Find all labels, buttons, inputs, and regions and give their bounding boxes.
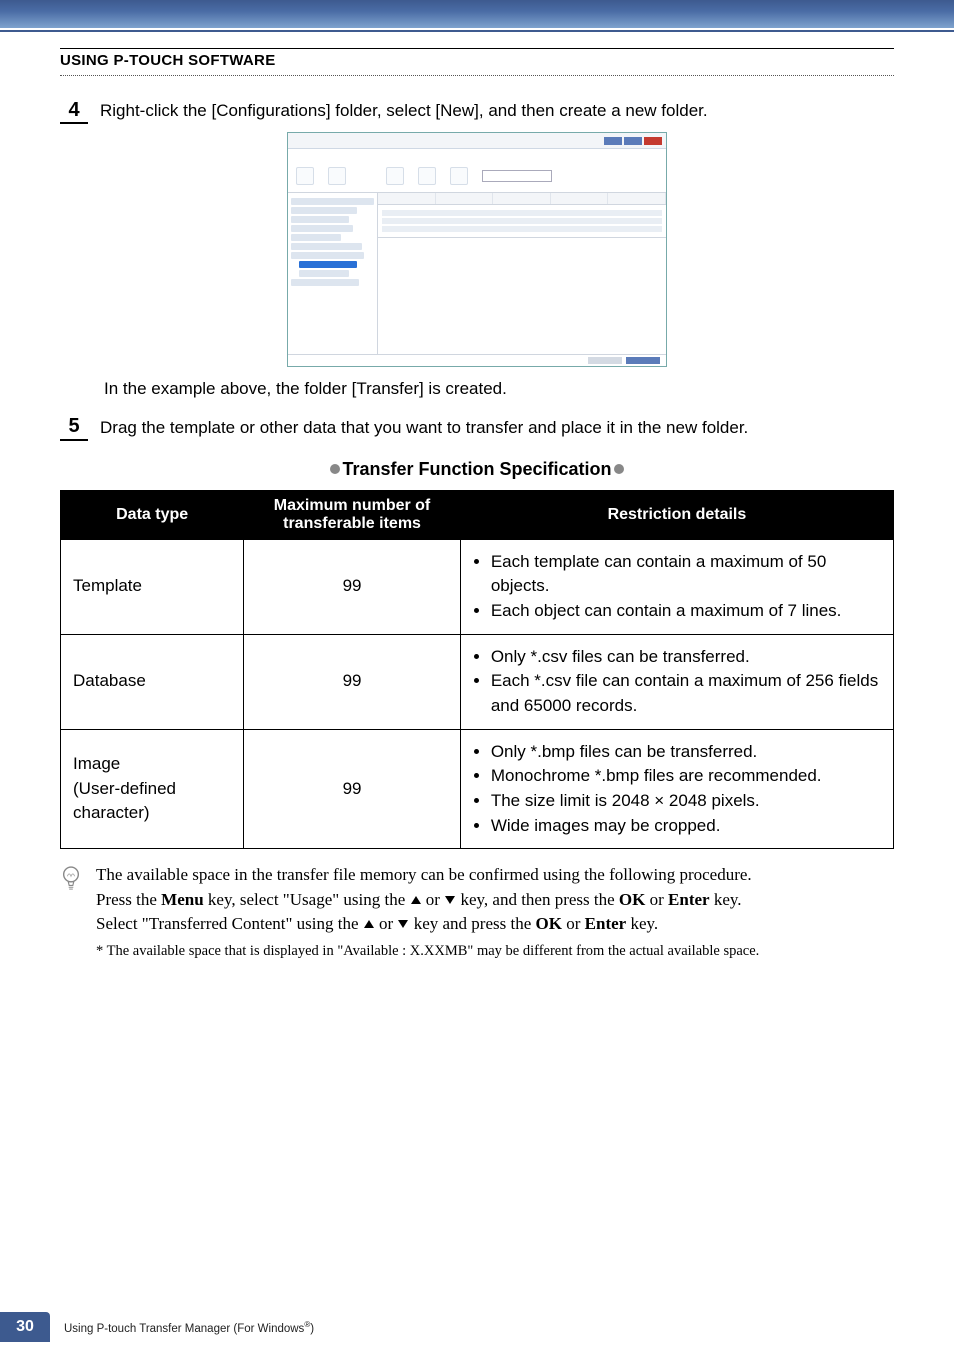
section-header: USING P-TOUCH SOFTWARE [60, 48, 894, 76]
note-footnote: * The available space that is displayed … [96, 941, 894, 962]
bullet-dot-icon [330, 464, 340, 474]
app-window-illustration [287, 132, 667, 367]
bullet-dot-icon [614, 464, 624, 474]
cell-data-type: Image(User-defined character) [61, 729, 244, 849]
step-4-caption: In the example above, the folder [Transf… [104, 377, 894, 401]
note-frag: key, and then press the [456, 890, 619, 909]
step-5: 5 Drag the template or other data that y… [60, 415, 894, 441]
note-frag: Press the [96, 890, 161, 909]
note-block: The available space in the transfer file… [60, 863, 894, 962]
window-title-placeholder [292, 137, 294, 144]
page-footer: 30 Using P-touch Transfer Manager (For W… [0, 1302, 954, 1342]
note-frag: or [422, 890, 445, 909]
down-arrow-icon [398, 920, 408, 928]
table-header-row: Data type Maximum number of transferable… [61, 490, 894, 539]
search-icon [418, 167, 436, 185]
col-data-type: Data type [61, 490, 244, 539]
footer-text: ) [310, 1323, 314, 1335]
cell-data-type: Template [61, 539, 244, 634]
down-arrow-icon [445, 896, 455, 904]
note-frag: key. [710, 890, 742, 909]
note-frag: or [645, 890, 668, 909]
up-arrow-icon [411, 896, 421, 904]
lightbulb-icon [60, 863, 86, 962]
toolbar-icon [386, 167, 404, 185]
table-row: Database99Only *.csv files can be transf… [61, 634, 894, 729]
table-row: Image(User-defined character)99Only *.bm… [61, 729, 894, 849]
step-text: Drag the template or other data that you… [100, 415, 894, 441]
step-number: 5 [60, 415, 88, 441]
preview-panel-illustration [378, 237, 666, 354]
page-number-tab: 30 [0, 1312, 50, 1342]
note-frag: or [375, 914, 398, 933]
col-max-items: Maximum number of transferable items [244, 490, 461, 539]
note-text: The available space in the transfer file… [96, 863, 894, 962]
cell-data-type: Database [61, 634, 244, 729]
spec-table: Data type Maximum number of transferable… [60, 490, 894, 849]
toolbar-icon [328, 167, 346, 185]
header-band [0, 0, 954, 28]
note-frag: key. [626, 914, 658, 933]
toolbar-illustration [288, 159, 666, 193]
footer-label: Using P-touch Transfer Manager (For Wind… [64, 1320, 314, 1335]
cell-details: Only *.bmp files can be transferred.Mono… [460, 729, 893, 849]
ok-key-bold: OK [536, 914, 562, 933]
cell-details: Each template can contain a maximum of 5… [460, 539, 893, 634]
minimize-icon [604, 137, 622, 145]
selected-folder [299, 261, 357, 268]
note-frag: or [562, 914, 585, 933]
note-frag: key, select "Usage" using the [204, 890, 410, 909]
note-line1: The available space in the transfer file… [96, 865, 752, 884]
table-title: Transfer Function Specification [60, 459, 894, 480]
step-text: Right-click the [Configurations] folder,… [100, 98, 894, 124]
cell-max: 99 [244, 729, 461, 849]
col-restriction: Restriction details [460, 490, 893, 539]
menu-key-bold: Menu [161, 890, 204, 909]
detail-item: Each object can contain a maximum of 7 l… [491, 599, 881, 624]
detail-item: Only *.csv files can be transferred. [491, 645, 881, 670]
enter-key-bold: Enter [668, 890, 710, 909]
cell-max: 99 [244, 539, 461, 634]
screenshot-wrap [60, 132, 894, 367]
note-frag: key and press the [409, 914, 535, 933]
step-number: 4 [60, 98, 88, 124]
ok-key-bold: OK [619, 890, 645, 909]
detail-item: Only *.bmp files can be transferred. [491, 740, 881, 765]
close-icon [644, 137, 662, 145]
footer-text: Using P-touch Transfer Manager (For Wind… [64, 1323, 304, 1335]
detail-item: Monochrome *.bmp files are recommended. [491, 764, 881, 789]
page-content: USING P-TOUCH SOFTWARE 4 Right-click the… [0, 32, 954, 1002]
maximize-icon [624, 137, 642, 145]
up-arrow-icon [364, 920, 374, 928]
printer-dropdown-illustration [482, 170, 552, 182]
detail-item: Each template can contain a maximum of 5… [491, 550, 881, 599]
detail-item: Each *.csv file can contain a maximum of… [491, 669, 881, 718]
cell-max: 99 [244, 634, 461, 729]
detail-item: Wide images may be cropped. [491, 814, 881, 839]
enter-key-bold: Enter [585, 914, 627, 933]
status-bar-illustration [288, 354, 666, 366]
view-icon [450, 167, 468, 185]
note-frag: Select "Transferred Content" using the [96, 914, 363, 933]
cell-details: Only *.csv files can be transferred.Each… [460, 634, 893, 729]
table-title-text: Transfer Function Specification [342, 459, 611, 479]
tree-panel-illustration [288, 193, 378, 354]
detail-item: The size limit is 2048 × 2048 pixels. [491, 789, 881, 814]
list-panel-illustration [378, 193, 666, 354]
table-row: Template99 Each template can contain a ma… [61, 539, 894, 634]
toolbar-icon [296, 167, 314, 185]
step-4: 4 Right-click the [Configurations] folde… [60, 98, 894, 124]
menu-bar-illustration [288, 149, 666, 159]
